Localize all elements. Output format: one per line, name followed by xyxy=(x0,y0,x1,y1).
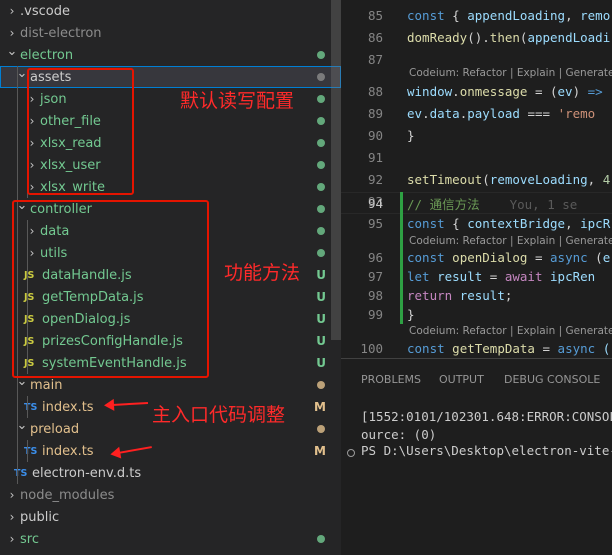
tab-debug-console[interactable]: DEBUG CONSOLE xyxy=(504,373,600,386)
bottom-panel: PROBLEMS OUTPUT DEBUG CONSOLE [1552:0101… xyxy=(341,358,612,555)
code-line: 95 const { contextBridge, ipcR xyxy=(367,215,611,231)
indent-guide xyxy=(27,440,28,462)
tree-item[interactable]: › public xyxy=(0,506,341,528)
git-status-badge: M xyxy=(314,444,326,458)
git-status-badge: U xyxy=(316,290,326,304)
tree-item-label: index.ts xyxy=(42,399,94,415)
tree-item[interactable]: › src xyxy=(0,528,341,550)
git-status-dot xyxy=(317,51,325,59)
git-status-badge: U xyxy=(316,268,326,282)
git-status-dot xyxy=(317,249,325,257)
tree-item-label: dist-electron xyxy=(20,25,102,41)
tab-output[interactable]: OUTPUT xyxy=(439,373,484,386)
assets-annotation-text: 默认读写配置 xyxy=(180,90,295,112)
tree-item-label: node_modules xyxy=(20,487,115,503)
tab-problems[interactable]: PROBLEMS xyxy=(361,373,421,386)
code-line: 88 window.onmessage = (ev) => xyxy=(367,83,603,99)
tree-item[interactable]: ⌄ electron xyxy=(0,44,341,66)
git-status-dot xyxy=(317,425,325,433)
git-status-dot xyxy=(317,139,325,147)
assets-annotation-box xyxy=(27,68,134,195)
git-status-badge: U xyxy=(316,312,326,326)
tree-item[interactable]: TS electron-env.d.ts xyxy=(0,462,341,484)
controller-annotation-box xyxy=(12,200,209,378)
code-line: 100 const getTempData = async ( xyxy=(360,340,611,356)
tree-item-label: preload xyxy=(30,421,80,437)
tree-item[interactable]: TS index.ts M xyxy=(0,440,341,462)
code-line: 85 const { appendLoading, remo xyxy=(367,7,611,23)
git-status-dot xyxy=(317,161,325,169)
explorer-scrollbar[interactable] xyxy=(331,0,341,340)
git-status-badge: U xyxy=(316,334,326,348)
chevron-right-icon[interactable]: › xyxy=(4,510,20,524)
code-line: 90} xyxy=(367,127,415,143)
code-line-current: 94// 通信方法 You, 1 se xyxy=(367,195,578,212)
git-blame: You, 1 se xyxy=(509,196,578,212)
tree-item-label: src xyxy=(20,531,39,547)
chevron-down-icon[interactable]: ⌄ xyxy=(4,44,20,59)
code-line: 91 xyxy=(367,149,383,165)
code-line: 99} xyxy=(367,306,415,322)
terminal-line: PS D:\Users\Desktop\electron-vite-vu xyxy=(361,443,612,458)
terminal-decoration-icon xyxy=(347,449,355,457)
git-status-badge: U xyxy=(316,356,326,370)
git-status-dot xyxy=(317,205,325,213)
git-status-dot xyxy=(317,95,325,103)
tree-item-label: electron xyxy=(20,47,74,63)
tree-item-label: .vscode xyxy=(20,3,70,19)
git-status-dot xyxy=(317,183,325,191)
tree-item-label: public xyxy=(20,509,60,525)
git-status-dot xyxy=(317,73,325,81)
chevron-right-icon[interactable]: › xyxy=(4,488,20,502)
git-status-dot xyxy=(317,381,325,389)
code-line: 92 setTimeout(removeLoading, 4 xyxy=(367,171,611,187)
chevron-right-icon[interactable]: › xyxy=(4,26,20,40)
terminal-line: ource: (0) xyxy=(361,427,437,442)
tree-item[interactable]: › dist-electron xyxy=(0,22,341,44)
terminal-line: [1552:0101/102301.648:ERROR:CONSOLE( xyxy=(361,409,612,424)
code-editor[interactable]: 85 const { appendLoading, remo 86 domReady… xyxy=(341,0,612,358)
tree-item[interactable]: › node_modules xyxy=(0,484,341,506)
codeium-lens[interactable]: Codeium: Refactor | Explain | Generate xyxy=(409,325,612,337)
chevron-right-icon[interactable]: › xyxy=(4,532,20,546)
tree-item-label: electron-env.d.ts xyxy=(32,465,142,481)
git-status-dot xyxy=(317,117,325,125)
git-status-dot xyxy=(317,535,325,543)
tree-item-label: index.ts xyxy=(42,443,94,459)
explorer-panel: › .vscode › dist-electron ⌄ electron ⌄ assets › j… xyxy=(0,0,341,555)
code-line: 89 ev.data.payload === 'remo xyxy=(367,105,596,121)
tree-item-label: main xyxy=(30,377,63,393)
git-status-dot xyxy=(317,227,325,235)
chevron-right-icon[interactable]: › xyxy=(4,4,20,18)
controller-annotation-text: 功能方法 xyxy=(224,262,301,284)
tree-item[interactable]: › .vscode xyxy=(0,0,341,22)
main-annotation-text: 主入口代码调整 xyxy=(152,404,286,426)
code-line: 86 domReady().then(appendLoadi xyxy=(367,29,611,45)
indent-guide xyxy=(27,396,28,418)
codeium-lens[interactable]: Codeium: Refactor | Explain | Generate xyxy=(409,67,612,79)
git-status-badge: M xyxy=(314,400,326,414)
